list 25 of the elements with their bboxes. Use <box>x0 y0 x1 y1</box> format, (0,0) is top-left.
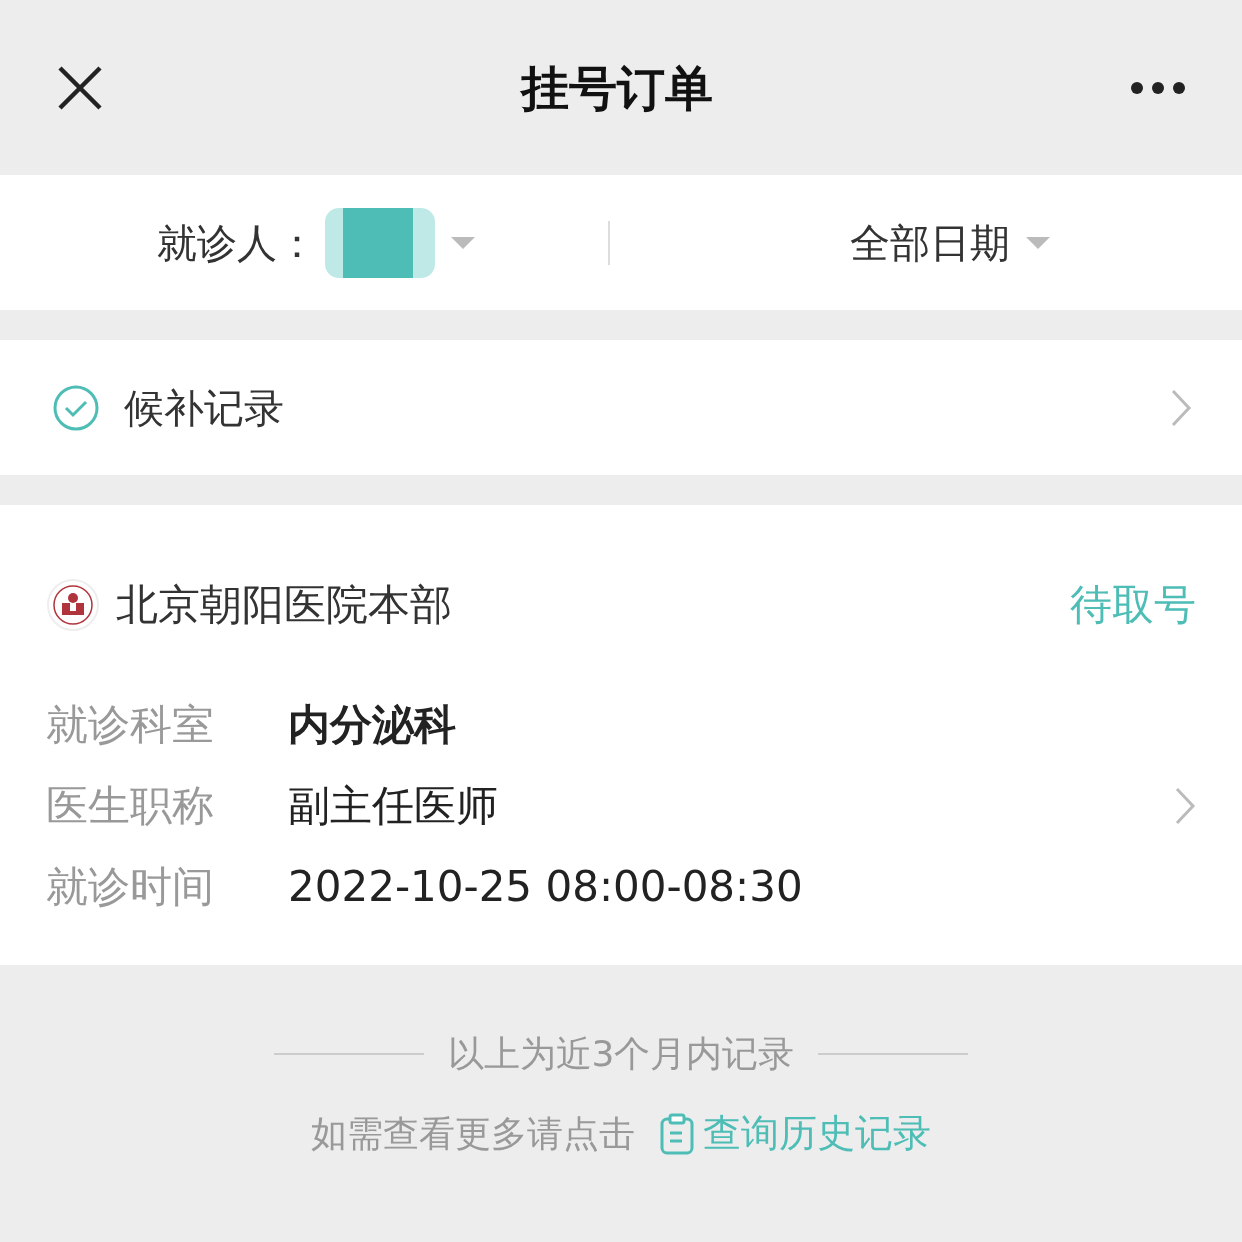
chevron-right-icon <box>1174 785 1196 826</box>
hospital-name: 北京朝阳医院本部 <box>116 579 453 631</box>
order-status: 待取号 <box>1070 579 1196 631</box>
date-filter[interactable]: 全部日期 <box>850 212 1050 273</box>
waitlist-row[interactable]: 候补记录 <box>0 340 1242 475</box>
records-note: 以上为近3个月内记录 <box>447 1032 795 1076</box>
close-icon[interactable] <box>56 63 104 112</box>
detail-label: 就诊时间 <box>46 861 215 913</box>
patient-filter[interactable]: 就诊人： <box>157 207 475 278</box>
chevron-right-icon <box>1170 387 1192 428</box>
detail-value: 内分泌科 <box>288 699 456 751</box>
more-icon[interactable] <box>1130 80 1186 95</box>
order-card[interactable]: 北京朝阳医院本部 待取号 就诊科室 内分泌科 医生职称 副主任医师 就诊时间 2022-10-25 08:00-08:30 <box>0 505 1242 965</box>
page-title: 挂号订单 <box>521 58 713 118</box>
check-circle-icon <box>52 383 100 432</box>
detail-value: 2022-10-25 08:00-08:30 <box>288 861 803 913</box>
detail-value: 副主任医师 <box>288 780 498 832</box>
hospital-logo-icon <box>46 577 100 632</box>
clipboard-icon <box>659 1112 695 1155</box>
detail-label: 就诊科室 <box>46 699 215 751</box>
detail-label: 医生职称 <box>46 780 215 832</box>
waitlist-label: 候补记录 <box>124 383 285 433</box>
dropdown-caret-icon <box>451 236 475 249</box>
dropdown-caret-icon <box>1026 236 1050 249</box>
history-prompt: 如需查看更多请点击 <box>311 1111 635 1156</box>
